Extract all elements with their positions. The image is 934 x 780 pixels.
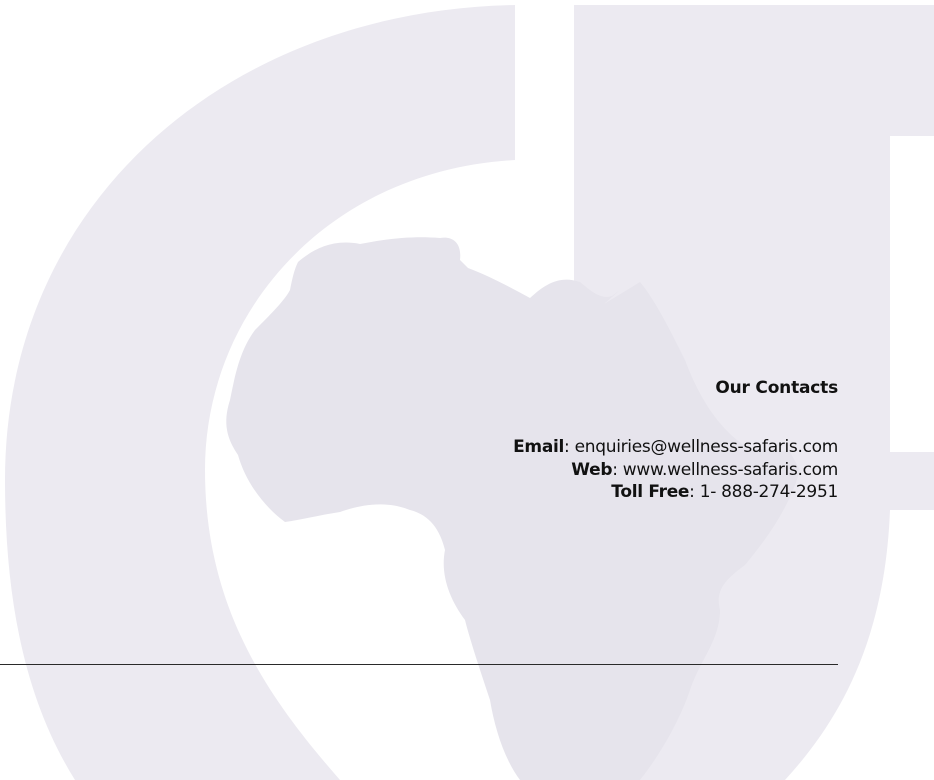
contacts-block: Our Contacts Email: enquiries@wellness-s…: [513, 378, 838, 504]
email-separator: :: [564, 437, 575, 457]
toll-free-number[interactable]: 1- 888-274-2951: [700, 482, 839, 502]
web-line: Web: www.wellness-safaris.com: [513, 459, 838, 482]
web-link[interactable]: www.wellness-safaris.com: [623, 460, 839, 480]
contacts-heading: Our Contacts: [715, 378, 838, 398]
email-line: Email: enquiries@wellness-safaris.com: [513, 436, 838, 459]
horizontal-rule: [0, 664, 838, 665]
toll-free-separator: :: [689, 482, 700, 502]
page: Our Contacts Email: enquiries@wellness-s…: [0, 0, 934, 780]
toll-free-line: Toll Free: 1- 888-274-2951: [513, 481, 838, 504]
email-label: Email: [513, 437, 565, 457]
web-label: Web: [571, 459, 613, 480]
web-separator: :: [612, 459, 623, 480]
toll-free-label: Toll Free: [611, 482, 690, 502]
email-link[interactable]: enquiries@wellness-safaris.com: [575, 437, 839, 457]
